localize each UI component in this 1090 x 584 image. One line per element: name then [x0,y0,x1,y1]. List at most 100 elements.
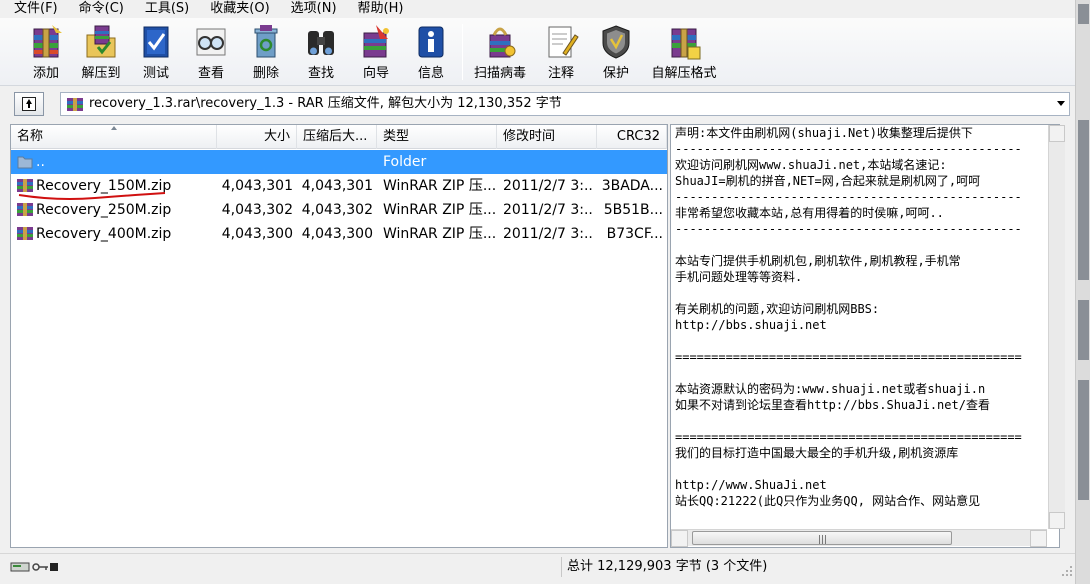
comment-line: 非常希望您收藏本站,总有用得着的时侯嘛,呵呵.. [675,206,944,220]
comment-line: 如果不对请到论坛里查看http://bbs.ShuaJi.net/查看 [675,398,990,412]
menu-help[interactable]: 帮助(H) [344,1,411,17]
menu-favorites[interactable]: 收藏夹(O) [196,1,276,17]
zip-archive-icon [17,227,33,240]
status-bar: 总计 12,129,903 字节 (3 个文件) [0,553,1075,579]
wizard-hat-icon [363,25,389,58]
scroll-left-button[interactable] [671,530,688,547]
protect-button[interactable]: 保护 [588,21,644,83]
menu-tools[interactable]: 工具(S) [131,1,196,17]
scroll-down-button[interactable] [1049,512,1065,529]
cell-crc [599,150,663,174]
cell-packed [297,150,373,174]
comment-line: 手机问题处理等等资料. [675,270,803,284]
cell-name: Recovery_400M.zip [36,226,172,242]
virus-scan-icon [489,27,516,58]
comment-line: ========================================… [675,430,1022,444]
window-edge [1075,0,1090,584]
comment-line: 我们的目标打造中国最大最全的手机升级,刷机资源库 [675,446,959,460]
sort-ascending-icon [111,126,117,130]
cell-type: Folder [383,154,427,170]
column-header-name-label: 名称 [17,129,44,144]
comment-vertical-scrollbar[interactable] [1048,125,1065,529]
scroll-thumb[interactable]: ||| [692,531,952,545]
add-archive-icon [33,25,62,58]
cell-type: WinRAR ZIP 压... [383,202,495,218]
cell-size: 4,043,302 [221,202,293,218]
up-arrow-icon [22,97,36,111]
zip-archive-icon [17,203,33,216]
address-bar: recovery_1.3.rar\recovery_1.3 - RAR 压缩文件… [0,88,1075,120]
comment-line: 本站资源默认的密码为:www.shuaji.net或者shuaji.n [675,382,986,396]
scroll-right-button[interactable] [1030,530,1047,547]
cell-size: 4,043,300 [221,226,293,242]
comment-line: ShuaJI=刷机的拼音,NET=网,合起来就是刷机网了,呵呵 [675,174,981,188]
archive-comment-text: 声明:本文件由刷机网(shuaji.Net)收集整理后提供下 ----------… [675,125,1059,509]
status-left-pane [6,557,562,577]
sfx-archive-icon [671,28,701,60]
cell-packed: 4,043,302 [301,202,373,218]
comment-line: ----------------------------------------… [675,190,1022,204]
column-header-type[interactable]: 类型 [377,125,497,149]
archive-comment-panel[interactable]: 声明:本文件由刷机网(shuaji.Net)收集整理后提供下 ----------… [670,124,1060,548]
info-icon [418,26,444,58]
comment-line: http://bbs.shuaji.net [675,318,827,332]
column-header-name[interactable]: 名称 [11,125,217,149]
comment-line [675,237,1059,253]
cell-modified: 2011/2/7 3:... [503,202,593,218]
cell-modified: 2011/2/7 3:... [503,226,593,242]
comment-line [675,413,1059,429]
cell-name: .. [36,154,45,170]
comment-line: ========================================… [675,350,1022,364]
view-glasses-icon [196,28,226,56]
archive-path-text: recovery_1.3.rar\recovery_1.3 - RAR 压缩文件… [89,96,562,111]
comment-line: http://www.ShuaJi.net [675,478,827,492]
toolbar: 添加 解压到 测试 查看 删除 查找 向导 信息 扫描病毒 注释 保护 自解压格… [0,18,1075,86]
edge-block [1078,4,1089,24]
comment-pen-icon [548,26,579,58]
comment-line: 声明:本文件由刷机网(shuaji.Net)收集整理后提供下 [675,126,973,140]
file-list[interactable]: 名称 大小 压缩后大... 类型 修改时间 CRC32 .. Folder Reco… [10,124,668,548]
menu-options[interactable]: 选项(N) [277,1,344,17]
cell-crc: 3BADA... [601,178,663,194]
drive-key-icon [10,562,58,572]
column-header-packed[interactable]: 压缩后大... [297,125,377,149]
virus-scan-button[interactable]: 扫描病毒 [472,21,528,83]
comment-line [675,333,1059,349]
sfx-button[interactable]: 自解压格式 [651,21,717,83]
column-header-size[interactable]: 大小 [217,125,297,149]
path-combobox[interactable]: recovery_1.3.rar\recovery_1.3 - RAR 压缩文件… [60,92,1070,116]
comment-line [675,285,1059,301]
test-checklist-icon [143,26,169,58]
comment-line: 本站专门提供手机刷机包,刷机软件,刷机教程,手机常 [675,254,961,268]
cell-type: WinRAR ZIP 压... [383,226,495,242]
comment-line: ----------------------------------------… [675,222,1022,236]
edge-block [1078,300,1089,360]
up-one-level-button[interactable] [14,92,44,116]
dropdown-arrow-icon[interactable] [1057,101,1065,106]
cell-size: 4,043,301 [221,178,293,194]
scroll-up-button[interactable] [1049,125,1065,142]
file-row[interactable]: Recovery_400M.zip 4,043,300 4,043,300 WinRA… [11,222,667,246]
cell-crc: 5B51B... [603,202,663,218]
column-header-crc[interactable]: CRC32 [597,125,667,149]
resize-grip-icon[interactable] [1061,565,1073,577]
cell-modified: 2011/2/7 3:... [503,178,593,194]
extract-folder-icon [86,25,116,58]
comment-line [675,461,1059,477]
cell-crc: B73CF... [606,226,663,242]
comment-line [675,365,1059,381]
menu-commands[interactable]: 命令(C) [65,1,131,17]
menu-file[interactable]: 文件(F) [0,1,65,17]
column-header-modified[interactable]: 修改时间 [497,125,597,149]
cell-packed: 4,043,301 [301,178,373,194]
protect-shield-icon [602,25,630,59]
file-list-header: 名称 大小 压缩后大... 类型 修改时间 CRC32 [11,125,667,149]
info-button[interactable]: 信息 [403,21,459,83]
sfx-label: 自解压格式 [651,66,717,81]
edge-block [1078,120,1089,280]
file-row[interactable]: .. Folder [11,150,667,174]
comment-horizontal-scrollbar[interactable]: ||| [671,529,1047,547]
comment-line: ----------------------------------------… [675,142,1022,156]
red-annotation-underline [18,192,166,200]
find-binoculars-icon [308,31,334,55]
